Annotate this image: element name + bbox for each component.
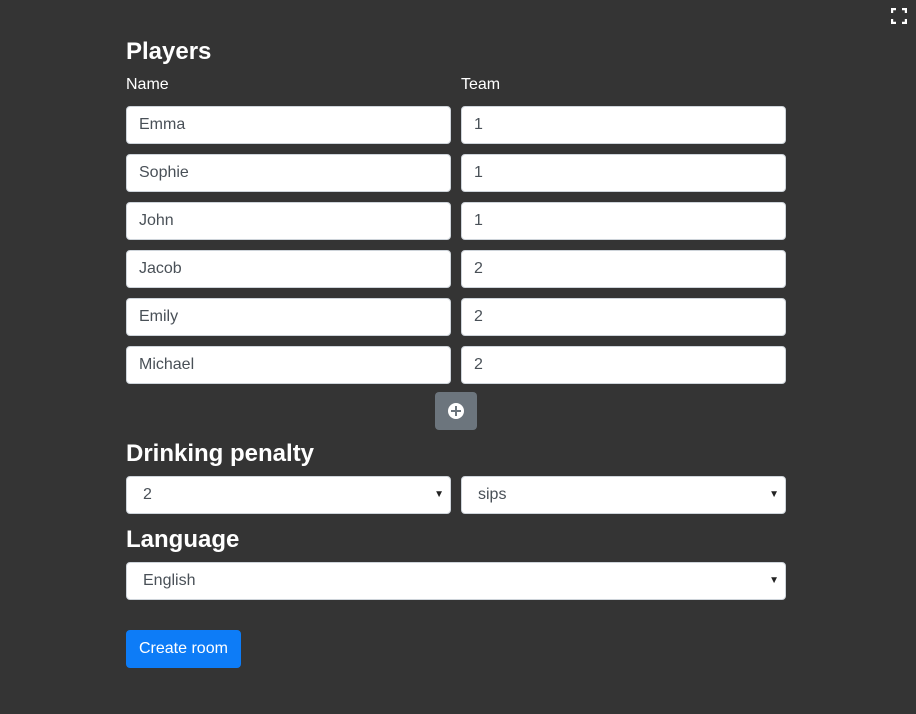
penalty-unit-value: sips — [478, 486, 507, 503]
language-value: English — [143, 572, 196, 589]
create-room-button[interactable]: Create room — [126, 630, 241, 668]
player-name-input[interactable]: Emma — [126, 106, 451, 144]
language-select-row: English ▼ — [126, 562, 786, 600]
penalty-unit-select[interactable]: sips ▼ — [461, 476, 786, 514]
dropdown-arrow-icon: ▼ — [769, 575, 779, 586]
dropdown-arrow-icon: ▼ — [769, 489, 779, 500]
drinking-penalty-heading: Drinking penalty — [126, 440, 315, 467]
player-name-input[interactable]: Emily — [126, 298, 451, 336]
player-row: Emma 1 — [126, 106, 786, 144]
create-room-wrap: Create room — [126, 630, 786, 668]
language-heading: Language — [126, 526, 240, 553]
fullscreen-icon[interactable] — [890, 7, 908, 25]
players-heading: Players — [126, 38, 212, 65]
player-row: John 1 — [126, 202, 786, 240]
language-select[interactable]: English ▼ — [126, 562, 786, 600]
player-row: Jacob 2 — [126, 250, 786, 288]
player-team-input[interactable]: 1 — [461, 106, 786, 144]
dropdown-arrow-icon: ▼ — [434, 489, 444, 500]
player-row: Michael 2 — [126, 346, 786, 384]
player-name-input[interactable]: Jacob — [126, 250, 451, 288]
penalty-selects: 2 ▼ sips ▼ — [126, 476, 786, 514]
add-player-button[interactable] — [435, 392, 477, 430]
player-team-input[interactable]: 1 — [461, 202, 786, 240]
player-list: Emma 1 Sophie 1 John 1 Jacob 2 Emily 2 M… — [126, 106, 786, 384]
player-team-input[interactable]: 2 — [461, 346, 786, 384]
add-player-wrap — [126, 392, 786, 430]
player-team-input[interactable]: 2 — [461, 250, 786, 288]
penalty-amount-value: 2 — [143, 486, 152, 503]
team-column-label: Team — [461, 76, 501, 93]
player-name-input[interactable]: Michael — [126, 346, 451, 384]
player-name-input[interactable]: John — [126, 202, 451, 240]
player-row: Sophie 1 — [126, 154, 786, 192]
player-team-input[interactable]: 2 — [461, 298, 786, 336]
plus-circle-icon — [448, 403, 464, 419]
penalty-amount-select[interactable]: 2 ▼ — [126, 476, 451, 514]
name-column-label: Name — [126, 76, 169, 93]
player-team-input[interactable]: 1 — [461, 154, 786, 192]
room-setup-form: Players Name Team Emma 1 Sophie 1 John 1… — [126, 36, 786, 668]
player-name-input[interactable]: Sophie — [126, 154, 451, 192]
player-row: Emily 2 — [126, 298, 786, 336]
player-column-labels: Name Team — [126, 75, 786, 95]
